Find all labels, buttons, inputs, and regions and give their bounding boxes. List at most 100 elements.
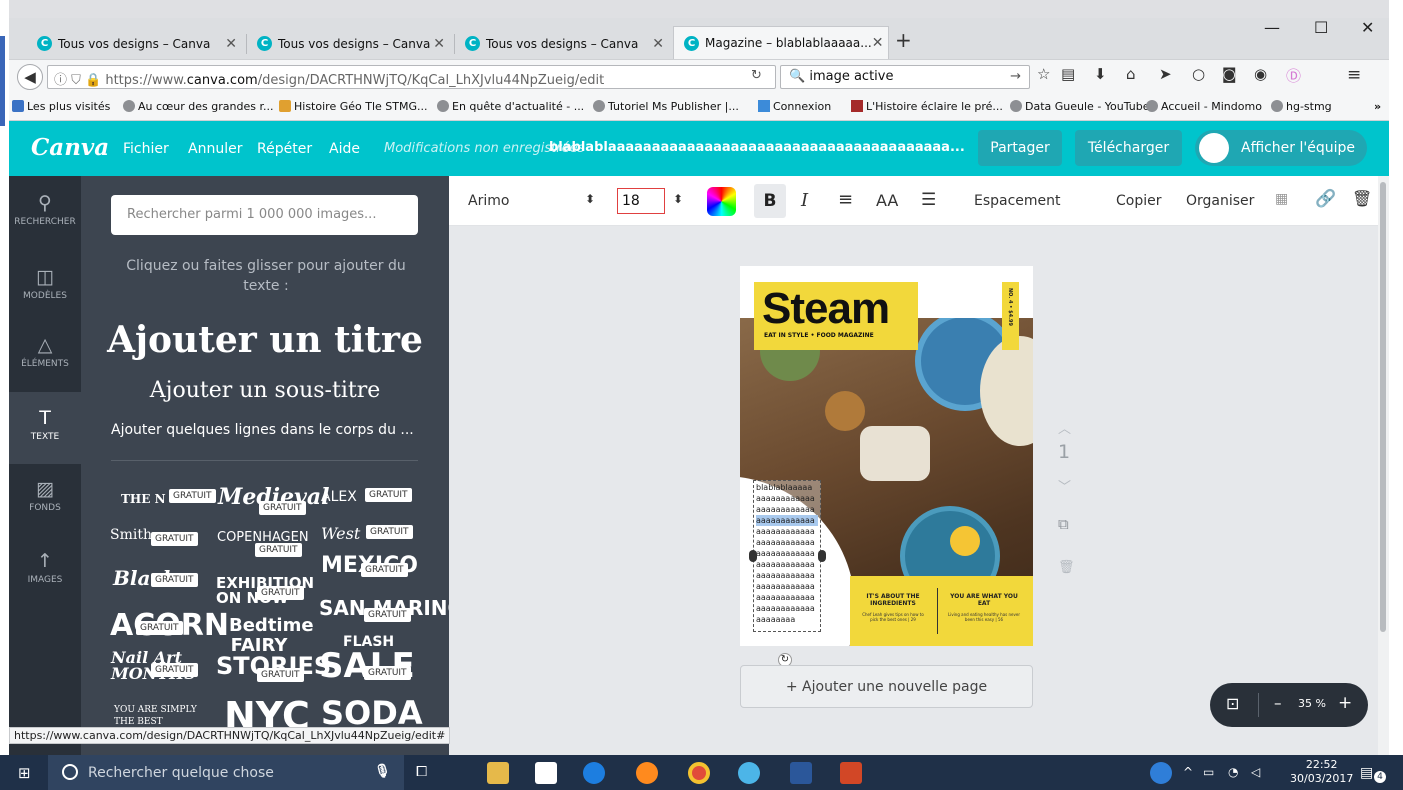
reload-icon[interactable]: ↻: [751, 68, 762, 83]
resize-handle-right[interactable]: [818, 550, 826, 562]
search-bar[interactable]: 🔍 image active →: [780, 65, 1030, 89]
action-center-icon[interactable]: ▤: [1360, 765, 1373, 781]
bookmark-item[interactable]: Connexion: [758, 100, 831, 113]
transparency-icon[interactable]: ▦: [1275, 191, 1288, 207]
bookmark-item[interactable]: En quête d'actualité - ...: [437, 100, 584, 113]
delete-page-icon[interactable]: 🗑: [1058, 560, 1075, 575]
bookmark-star-icon[interactable]: ☆: [1037, 65, 1050, 83]
back-button[interactable]: ◀: [17, 64, 43, 90]
browser-tab-active[interactable]: C Magazine – blablablaaaaa... ✕: [673, 26, 889, 59]
column-text[interactable]: Living and eating healthy has never been…: [945, 612, 1023, 622]
magazine-tagline[interactable]: EAT IN STYLE • FOOD MAGAZINE: [764, 332, 874, 339]
identity-icon[interactable]: ⓘ ⛉: [54, 73, 85, 88]
close-tab-icon[interactable]: ✕: [225, 36, 237, 52]
store-icon[interactable]: [535, 762, 557, 784]
duplicate-page-icon[interactable]: ⧉: [1058, 515, 1069, 533]
rail-search[interactable]: ⚲ RECHERCHER: [9, 192, 81, 227]
bookmark-item[interactable]: Tutoriel Ms Publisher |...: [593, 100, 739, 113]
close-tab-icon[interactable]: ✕: [433, 36, 445, 52]
column-heading[interactable]: YOU ARE WHAT YOU EAT: [945, 593, 1023, 607]
notification-app-icon[interactable]: [1150, 762, 1172, 784]
menu-file[interactable]: Fichier: [123, 141, 169, 157]
taskbar-search[interactable]: Rechercher quelque chose 🎙: [48, 755, 404, 790]
selected-text-box[interactable]: blablablaaaaa aaaaaaaaaaaa aaaaaaaaaaaa …: [753, 480, 821, 632]
present-icon[interactable]: ⊡: [1226, 694, 1239, 713]
rail-uploads[interactable]: ↑ IMAGES: [9, 550, 81, 585]
download-icon[interactable]: ⬇: [1094, 65, 1107, 83]
extension-icon[interactable]: ◉: [1254, 65, 1267, 83]
page-up-icon[interactable]: ︿: [1058, 418, 1071, 437]
word-icon[interactable]: [790, 762, 812, 784]
copy-button[interactable]: Copier: [1116, 193, 1162, 209]
arrange-button[interactable]: Organiser: [1186, 193, 1254, 209]
menu-undo[interactable]: Annuler: [188, 141, 242, 157]
firefox-icon[interactable]: [636, 762, 658, 784]
list-button[interactable]: ☰: [921, 190, 936, 210]
text-template[interactable]: THE N: [121, 492, 166, 506]
close-tab-icon[interactable]: ✕: [872, 35, 884, 51]
delete-icon[interactable]: 🗑: [1352, 189, 1372, 208]
bookmark-item[interactable]: L'Histoire éclaire le pré...: [851, 100, 1003, 113]
new-tab-button[interactable]: +: [895, 28, 912, 52]
issue-label[interactable]: NO. 4 • $4.99: [1007, 288, 1013, 326]
spacing-button[interactable]: Espacement: [974, 193, 1061, 209]
edge-icon[interactable]: [583, 762, 605, 784]
bold-button[interactable]: B: [754, 184, 786, 218]
file-explorer-icon[interactable]: [487, 762, 509, 784]
italic-button[interactable]: I: [801, 190, 808, 211]
home-icon[interactable]: ⌂: [1126, 65, 1136, 83]
url-bar[interactable]: ⓘ ⛉ 🔒 https://www.canva.com/design/DACRT…: [47, 65, 776, 89]
wifi-icon[interactable]: ◔: [1228, 765, 1238, 779]
battery-icon[interactable]: ▭: [1203, 765, 1214, 779]
microphone-icon[interactable]: 🎙: [374, 764, 391, 779]
minimize-button[interactable]: —: [1264, 18, 1280, 37]
rail-elements[interactable]: △ ÉLÉMENTS: [9, 334, 81, 369]
browser-tab[interactable]: C Tous vos designs – Canva ✕: [27, 28, 245, 59]
font-size-input[interactable]: 18: [617, 188, 665, 214]
document-title[interactable]: blablablaaaaaaaaaaaaaaaaaaaaaaaaaaaaaaaa…: [549, 140, 965, 155]
search-go-icon[interactable]: →: [1010, 69, 1021, 84]
bookmark-item[interactable]: Accueil - Mindomo: [1146, 100, 1262, 113]
text-template[interactable]: West: [321, 524, 360, 543]
text-template[interactable]: YOU ARE SIMPLY THE BEST: [114, 704, 209, 728]
text-color-button[interactable]: [707, 187, 736, 216]
add-body-text-button[interactable]: Ajouter quelques lignes dans le corps du…: [111, 422, 414, 438]
zoom-in-button[interactable]: +: [1338, 693, 1352, 713]
text-template[interactable]: ALEX: [321, 489, 357, 505]
rail-text[interactable]: T TEXTE: [9, 392, 81, 464]
pocket-icon[interactable]: ◙: [1222, 65, 1237, 83]
volume-icon[interactable]: ◁: [1251, 765, 1260, 779]
text-template[interactable]: Bedtime FAIRY: [229, 616, 314, 656]
zoom-out-button[interactable]: –: [1274, 694, 1282, 712]
powerpoint-icon[interactable]: [840, 762, 862, 784]
bookmarks-overflow-icon[interactable]: »: [1374, 100, 1381, 113]
column-text[interactable]: Chef Leah gives tips on how to pick the …: [858, 612, 928, 622]
chat-icon[interactable]: ○: [1192, 65, 1205, 83]
image-search-input[interactable]: Rechercher parmi 1 000 000 images...: [111, 195, 418, 235]
uppercase-button[interactable]: AA: [876, 191, 898, 210]
column-heading[interactable]: IT'S ABOUT THE INGREDIENTS: [858, 593, 928, 607]
bookmark-item[interactable]: Au cœur des grandes r...: [123, 100, 273, 113]
link-icon[interactable]: 🔗: [1315, 189, 1336, 209]
scrollbar-thumb[interactable]: [1380, 182, 1386, 632]
menu-help[interactable]: Aide: [329, 141, 360, 157]
add-heading-button[interactable]: Ajouter un titre: [81, 319, 449, 361]
align-button[interactable]: ≡: [838, 189, 853, 210]
close-tab-icon[interactable]: ✕: [652, 36, 664, 52]
rail-backgrounds[interactable]: ▨ FONDS: [9, 478, 81, 513]
magazine-title[interactable]: Steam: [762, 284, 890, 334]
canva-logo[interactable]: Canva: [31, 134, 109, 161]
tray-expand-icon[interactable]: ^: [1183, 765, 1193, 779]
add-subheading-button[interactable]: Ajouter un sous-titre: [81, 378, 449, 403]
bookmark-item[interactable]: hg-stmg: [1271, 100, 1332, 113]
bookmark-item[interactable]: Data Gueule - YouTube: [1010, 100, 1150, 113]
font-family-select[interactable]: Arimo: [468, 193, 509, 209]
resize-handle-left[interactable]: [749, 550, 757, 562]
rail-templates[interactable]: ◫ MODÈLES: [9, 266, 81, 301]
app-icon[interactable]: [738, 762, 760, 784]
download-button[interactable]: Télécharger: [1075, 130, 1182, 166]
windows-start-icon[interactable]: ⊞: [18, 764, 31, 782]
bookmark-item[interactable]: Histoire Géo Tle STMG...: [279, 100, 427, 113]
maximize-button[interactable]: ☐: [1314, 18, 1328, 37]
text-template[interactable]: Smith: [110, 527, 152, 543]
